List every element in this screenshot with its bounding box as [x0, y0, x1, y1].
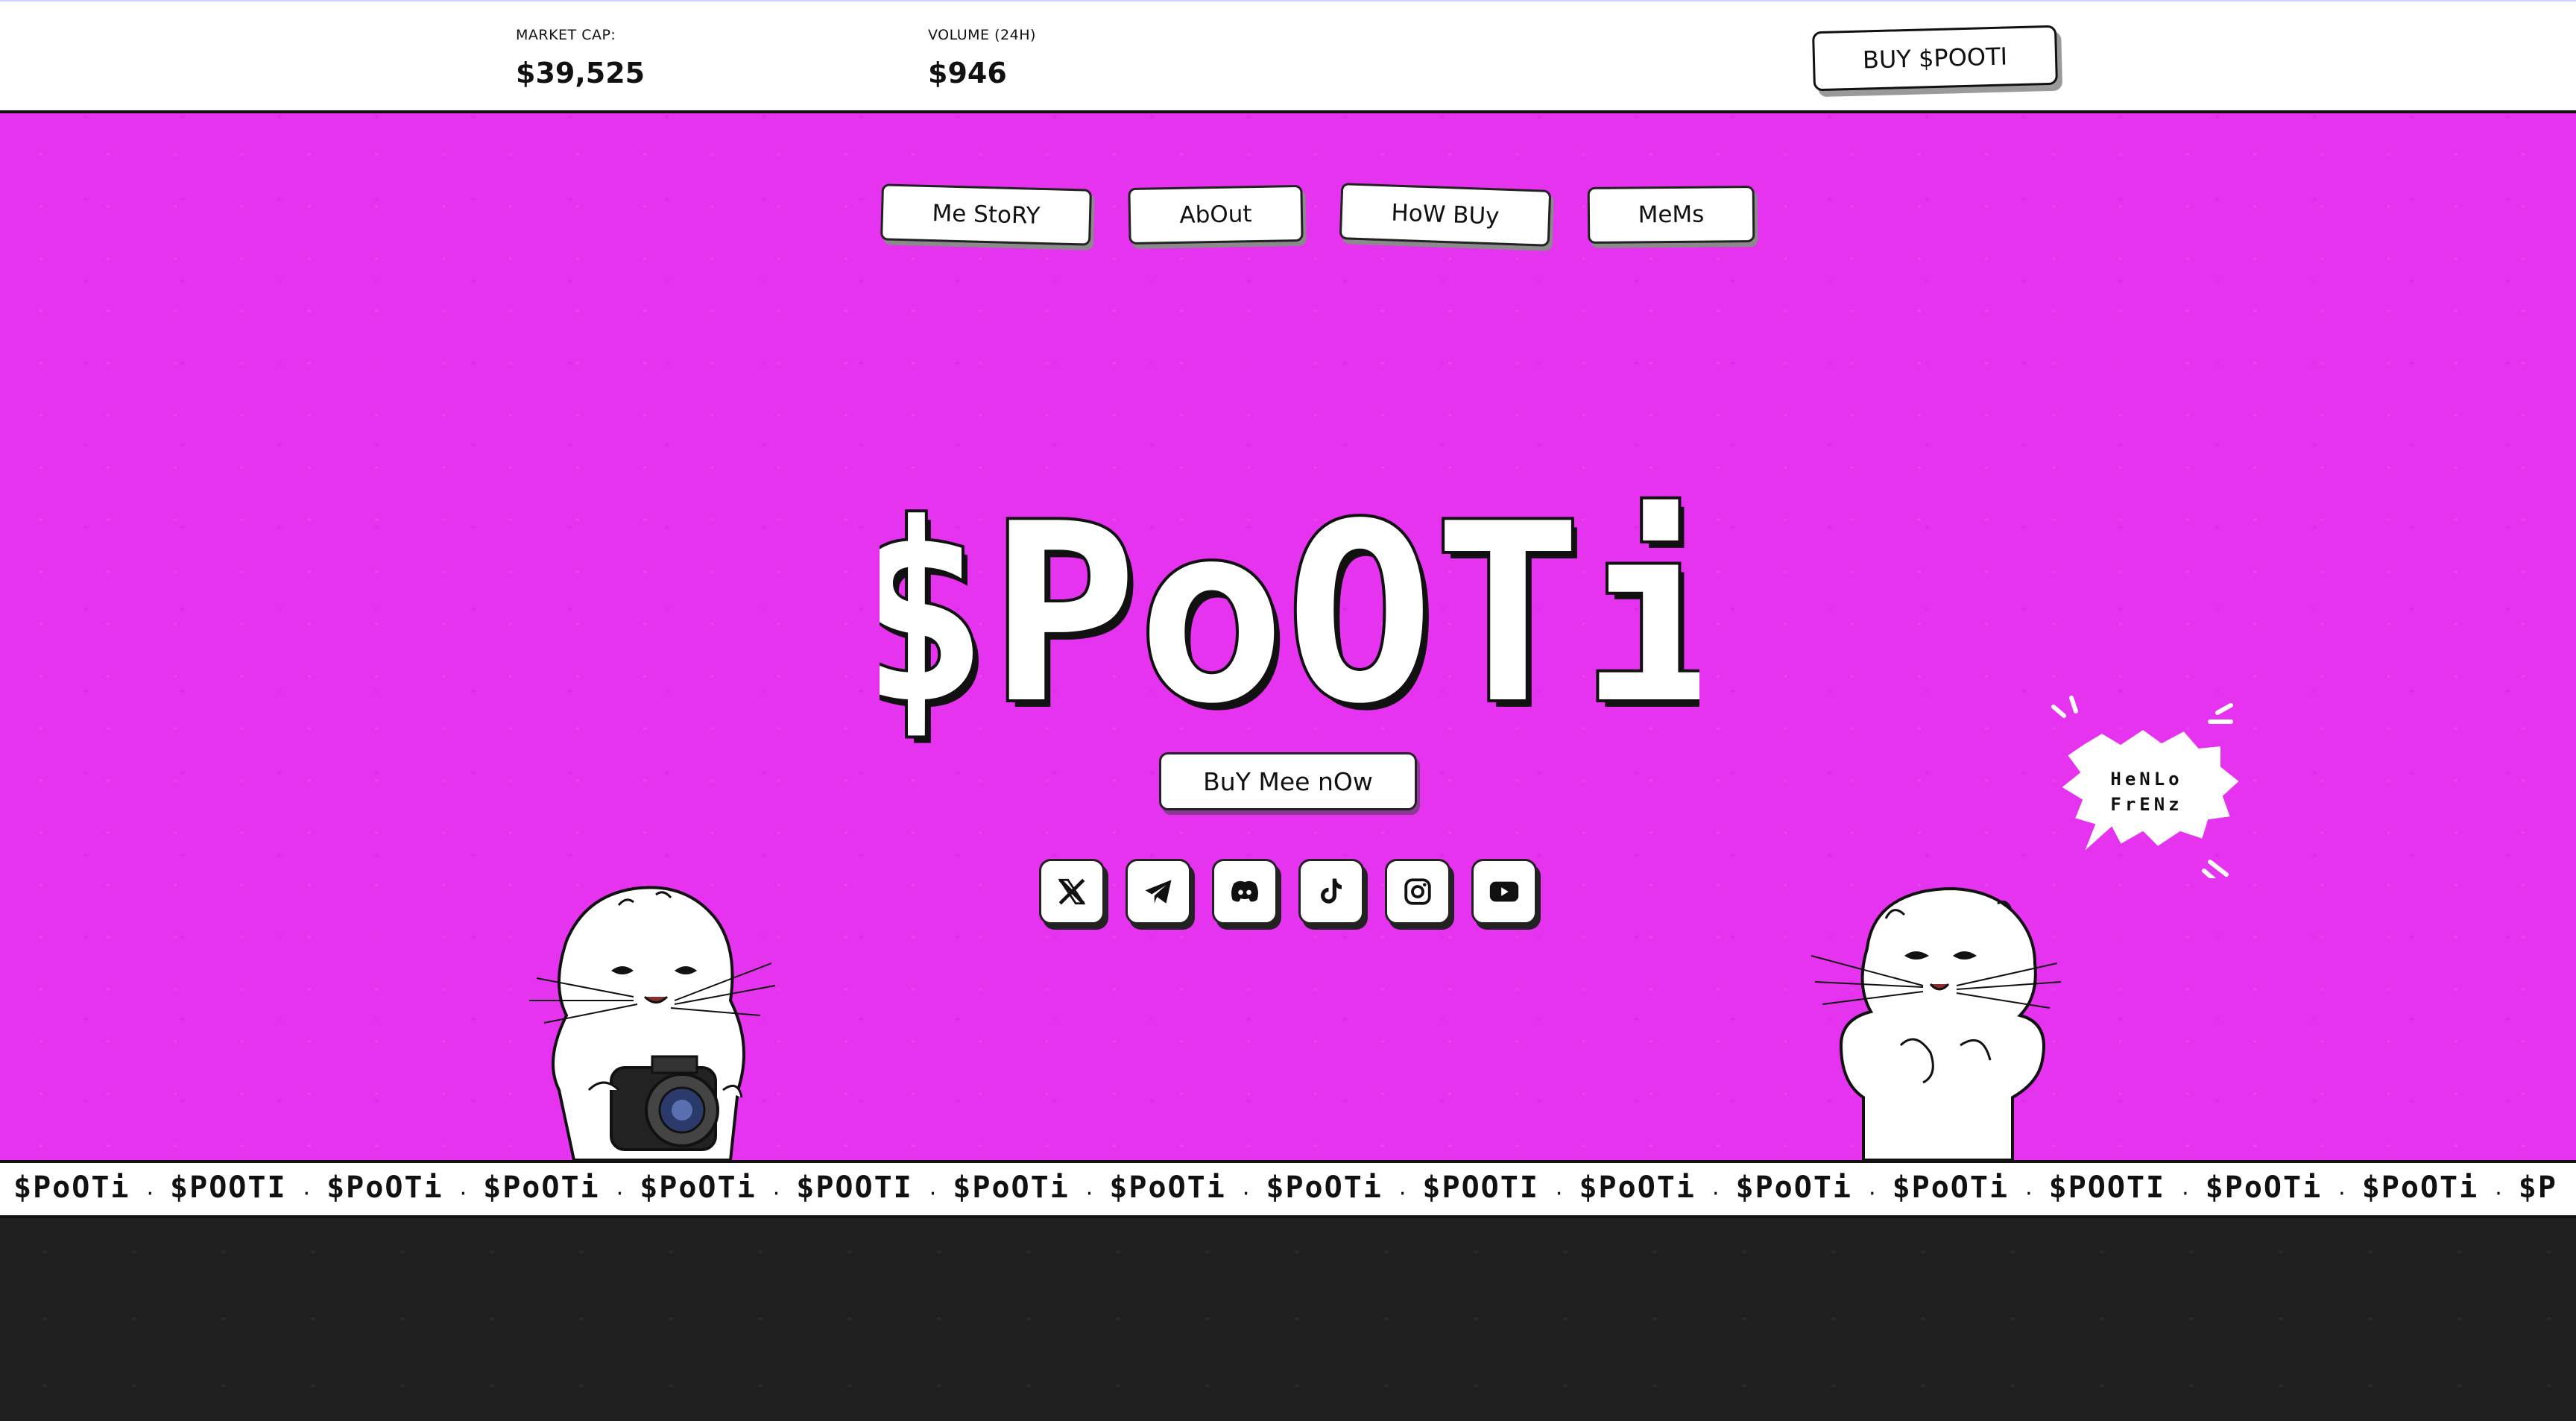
- nav-how-buy[interactable]: HoW BUy: [1339, 183, 1552, 247]
- ticker-separator: ·: [772, 1181, 780, 1208]
- ticker-item: $PoOTi: [1266, 1170, 1383, 1205]
- buy-me-now-button[interactable]: BuY Mee nOw: [1159, 752, 1417, 810]
- instagram-link[interactable]: [1385, 859, 1450, 924]
- logo-text: $PoOTi: [880, 471, 1699, 757]
- youtube-icon: [1489, 881, 1519, 902]
- ticker-separator: ·: [2495, 1181, 2502, 1208]
- volume-label: VOLUME (24H): [928, 27, 1036, 43]
- ticker-item: $PoOTi: [13, 1170, 130, 1205]
- buy-pooti-button[interactable]: BUY $POOTI: [1812, 25, 2058, 92]
- ticker-separator: ·: [1242, 1181, 1250, 1208]
- volume-stat: VOLUME (24H) $946: [928, 27, 1036, 89]
- x-twitter-icon: [1058, 878, 1086, 905]
- ticker-separator: ·: [303, 1181, 311, 1208]
- ticker-separator: ·: [616, 1181, 624, 1208]
- x-twitter-link[interactable]: [1039, 859, 1105, 924]
- speech-line-2: FrENz: [2110, 794, 2183, 815]
- ticker-separator: ·: [459, 1181, 467, 1208]
- market-cap-value: $39,525: [516, 57, 645, 89]
- ticker-item: $PoOTi: [1735, 1170, 1853, 1205]
- telegram-link[interactable]: [1126, 859, 1191, 924]
- ticker-track: $PoOTi · $POOTI · $PoOTi · $PoOTi · $PoOTi · $POOT…: [13, 1170, 2557, 1207]
- nav-mems[interactable]: MeMs: [1587, 186, 1755, 244]
- nav-about[interactable]: AbOut: [1128, 184, 1304, 245]
- top-bar: MARKET CAP: $39,525 VOLUME (24H) $946 BU…: [0, 0, 2576, 113]
- ticker-item: $PoOTi: [2205, 1170, 2323, 1205]
- ticker-separator: ·: [1398, 1181, 1407, 1208]
- ticker-separator: ·: [2338, 1181, 2346, 1208]
- tiktok-link[interactable]: [1298, 859, 1364, 924]
- tiktok-icon: [1321, 878, 1342, 904]
- youtube-link[interactable]: [1471, 859, 1537, 924]
- ticker-separator: ·: [2025, 1181, 2033, 1208]
- speech-bubble-text: HeNLo FrENz: [2087, 766, 2206, 817]
- ticker-separator: ·: [2182, 1181, 2189, 1208]
- ticker-separator: ·: [1711, 1181, 1720, 1208]
- ticker-item: $PoOTi: [326, 1170, 443, 1205]
- ticker-item: $POOTI: [796, 1170, 913, 1205]
- market-cap-stat: MARKET CAP: $39,525: [516, 27, 645, 89]
- cat-waving-illustration: [1811, 886, 2062, 1160]
- volume-value: $946: [928, 57, 1007, 89]
- ticker-item: $PoOTi: [483, 1170, 600, 1205]
- hero-section: Me StoRY AbOut HoW BUy MeMs $PoOTi $PoOT…: [0, 113, 2576, 1160]
- discord-icon: [1231, 880, 1258, 902]
- telegram-icon: [1145, 880, 1172, 904]
- instagram-icon: [1404, 878, 1431, 905]
- ticker-item: $PoOTi: [2361, 1170, 2479, 1205]
- speech-line-1: HeNLo: [2110, 769, 2183, 790]
- ticker-item: $PoOTi: [1579, 1170, 1696, 1205]
- ticker-separator: ·: [1555, 1181, 1563, 1208]
- market-cap-label: MARKET CAP:: [516, 27, 616, 43]
- ticker-separator: ·: [146, 1181, 154, 1208]
- discord-link[interactable]: [1212, 859, 1278, 924]
- ticker-separator: ·: [929, 1181, 937, 1208]
- bottom-section: [0, 1218, 2576, 1421]
- ticker-item: $POOTI: [170, 1170, 287, 1205]
- ticker-item: $PoOTi: [1109, 1170, 1226, 1205]
- ticker-separator: ·: [1869, 1181, 1876, 1208]
- ticker-separator: ·: [1085, 1181, 1093, 1208]
- ticker-marquee: $PoOTi · $POOTI · $PoOTi · $PoOTi · $PoOTi · $POOT…: [0, 1160, 2576, 1218]
- cat-with-camera-illustration: [529, 886, 776, 1160]
- ticker-item: $P: [2518, 1170, 2557, 1205]
- ticker-item: $PoOTi: [640, 1170, 757, 1205]
- ticker-item: $PoOTi: [953, 1170, 1070, 1205]
- nav-me-story[interactable]: Me StoRY: [880, 183, 1092, 246]
- ticker-item: $POOTI: [2048, 1170, 2166, 1205]
- ticker-item: $POOTI: [1422, 1170, 1539, 1205]
- ticker-item: $PoOTi: [1892, 1170, 2010, 1205]
